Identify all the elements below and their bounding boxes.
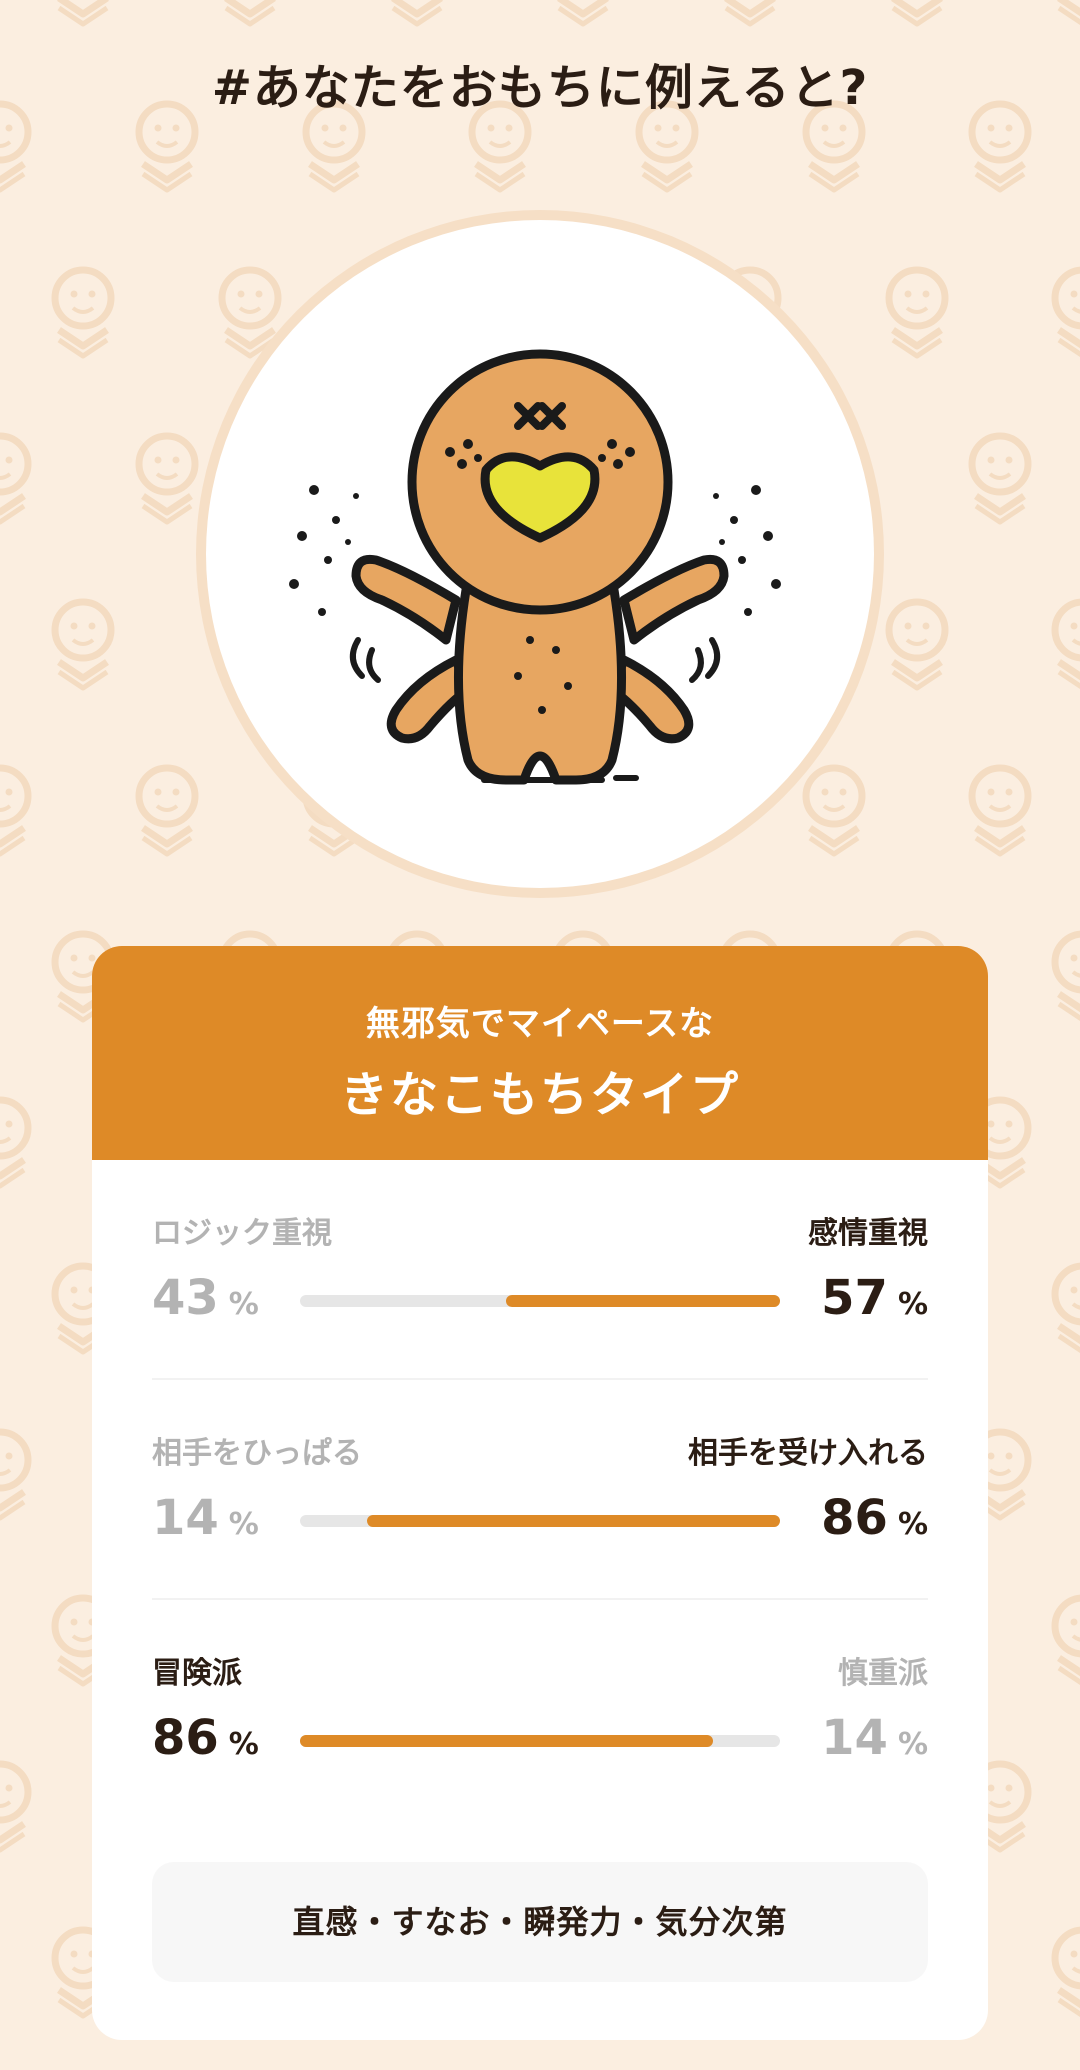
trait-progress-bar — [300, 1295, 780, 1307]
pattern-mochi-icon — [722, 0, 778, 24]
trait-row: ロジック重視 感情重視 43% 57% — [152, 1208, 928, 1398]
pattern-mochi-icon — [139, 768, 195, 854]
pattern-mochi-icon — [555, 0, 611, 24]
trait-progress-fill — [367, 1515, 780, 1527]
pattern-mochi-icon — [972, 436, 1028, 522]
kinako-mochi-character-icon — [289, 349, 781, 785]
pattern-mochi-icon — [889, 270, 945, 356]
pattern-mochi-icon — [1055, 270, 1080, 356]
pattern-mochi-icon — [1055, 1598, 1080, 1684]
pattern-mochi-icon — [1055, 934, 1080, 1020]
result-card: 無邪気でマイペースな きなこもちタイプ ロジック重視 感情重視 43% 57% … — [92, 946, 988, 2040]
pattern-mochi-icon — [1055, 1266, 1080, 1352]
trait-left-label: 冒険派 — [152, 1656, 242, 1691]
trait-progress-bar — [300, 1515, 780, 1527]
trait-right-percent: 14% — [821, 1710, 928, 1766]
trait-progress-bar — [300, 1735, 780, 1747]
result-type-name: きなこもちタイプ — [339, 1067, 740, 1123]
trait-left-label: ロジック重視 — [152, 1216, 332, 1251]
pattern-mochi-icon — [889, 0, 945, 24]
divider — [152, 1378, 928, 1380]
divider — [152, 1598, 928, 1600]
pattern-mochi-icon — [389, 0, 445, 24]
trait-right-label: 相手を受け入れる — [688, 1436, 928, 1471]
pattern-mochi-icon — [972, 768, 1028, 854]
pattern-mochi-icon — [0, 768, 28, 854]
avatar — [206, 220, 874, 888]
pattern-mochi-icon — [55, 0, 111, 24]
trait-left-percent: 14% — [152, 1490, 259, 1546]
trait-right-percent: 57% — [821, 1270, 928, 1326]
pattern-mochi-icon — [889, 602, 945, 688]
pattern-mochi-icon — [1055, 0, 1080, 24]
pattern-mochi-icon — [139, 436, 195, 522]
trait-right-label: 感情重視 — [808, 1216, 928, 1251]
trait-right-percent: 86% — [821, 1490, 928, 1546]
pattern-mochi-icon — [55, 270, 111, 356]
pattern-mochi-icon — [0, 436, 28, 522]
trait-left-label: 相手をひっぱる — [152, 1436, 362, 1471]
pattern-mochi-icon — [1055, 602, 1080, 688]
trait-right-label: 慎重派 — [838, 1656, 928, 1691]
trait-progress-fill — [506, 1295, 780, 1307]
pattern-mochi-icon — [55, 602, 111, 688]
result-header: 無邪気でマイペースな きなこもちタイプ — [92, 946, 988, 1160]
pattern-mochi-icon — [0, 1100, 28, 1186]
result-subtitle: 無邪気でマイペースな — [365, 1004, 715, 1044]
page-title: #あなたをおもちに例えると? — [211, 60, 869, 116]
pattern-mochi-icon — [222, 0, 278, 24]
pattern-mochi-icon — [1055, 1930, 1080, 2016]
trait-left-percent: 43% — [152, 1270, 259, 1326]
pattern-mochi-icon — [0, 1764, 28, 1850]
trait-progress-fill — [300, 1735, 713, 1747]
trait-row: 相手をひっぱる 相手を受け入れる 14% 86% — [152, 1428, 928, 1618]
keywords-box: 直感・すなお・瞬発力・気分次第 — [152, 1862, 928, 1982]
avatar-frame — [196, 210, 884, 898]
pattern-mochi-icon — [0, 1432, 28, 1518]
trait-left-percent: 86% — [152, 1710, 259, 1766]
trait-row: 冒険派 慎重派 86% 14% — [152, 1648, 928, 1838]
